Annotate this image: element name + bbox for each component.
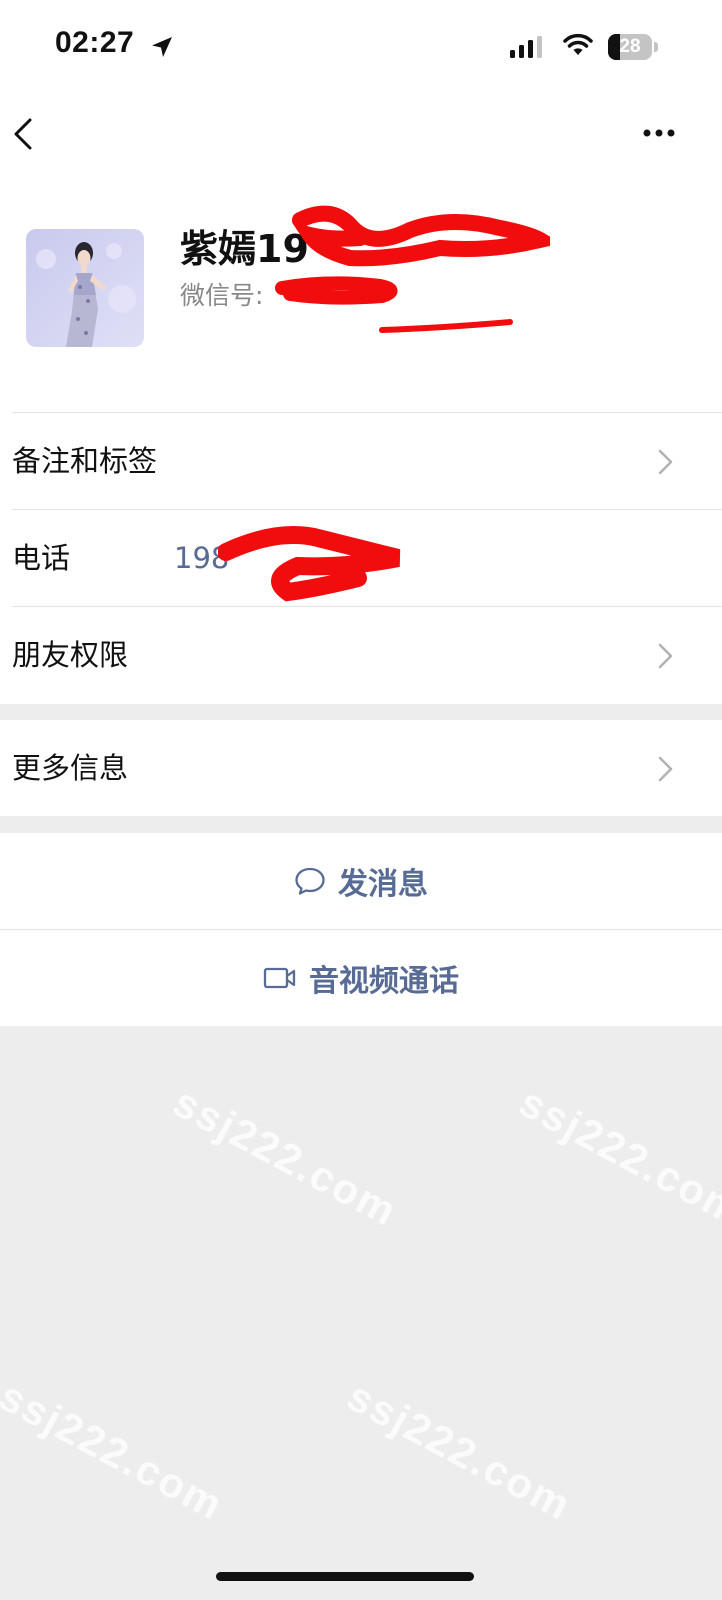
back-button[interactable] xyxy=(8,114,48,154)
chat-bubble-icon xyxy=(295,867,325,895)
id-redaction-scribble xyxy=(275,276,513,333)
avatar-photo xyxy=(26,229,144,347)
home-indicator xyxy=(216,1572,474,1581)
section-gap xyxy=(0,816,722,833)
signal-icon xyxy=(510,36,542,58)
chevron-right-icon xyxy=(658,756,673,782)
chevron-right-icon xyxy=(658,449,673,475)
status-bar: 02:27 28 xyxy=(0,0,722,90)
section-gap xyxy=(0,704,722,720)
watermark: ssj222.com xyxy=(339,1372,580,1530)
remarks-tags-label: 备注和标签 xyxy=(12,444,158,478)
watermark: ssj222.com xyxy=(165,1078,406,1236)
wifi-icon xyxy=(563,33,593,55)
friend-permissions-row[interactable]: 朋友权限 xyxy=(0,607,722,703)
battery-icon: 28 xyxy=(608,34,658,60)
status-time: 02:27 xyxy=(55,26,135,59)
watermark: ssj222.com xyxy=(0,1372,232,1530)
video-camera-icon xyxy=(263,967,296,989)
phone-row[interactable]: 电话 198 xyxy=(0,510,722,606)
chevron-left-icon xyxy=(14,118,32,150)
phone-label: 电话 xyxy=(12,541,71,575)
video-call-label: 音视频通话 xyxy=(309,964,459,999)
chevron-right-icon xyxy=(658,643,673,669)
avatar[interactable] xyxy=(26,229,144,347)
remarks-tags-row[interactable]: 备注和标签 xyxy=(0,413,722,509)
more-dots-icon xyxy=(643,129,675,137)
phone-redaction-scribble xyxy=(218,526,401,602)
send-message-button[interactable]: 发消息 xyxy=(0,833,722,929)
name-redaction-scribble xyxy=(291,205,550,267)
location-arrow-icon xyxy=(152,37,172,57)
video-call-button[interactable]: 音视频通话 xyxy=(0,930,722,1026)
battery-level: 28 xyxy=(619,36,641,57)
friend-permissions-label: 朋友权限 xyxy=(12,638,129,672)
wechat-id-label: 微信号: xyxy=(180,281,264,310)
more-options-button[interactable] xyxy=(640,118,684,148)
watermark: ssj222.com xyxy=(511,1078,722,1236)
send-message-label: 发消息 xyxy=(338,867,428,902)
more-info-row[interactable]: 更多信息 xyxy=(0,720,722,816)
more-info-label: 更多信息 xyxy=(12,751,129,785)
